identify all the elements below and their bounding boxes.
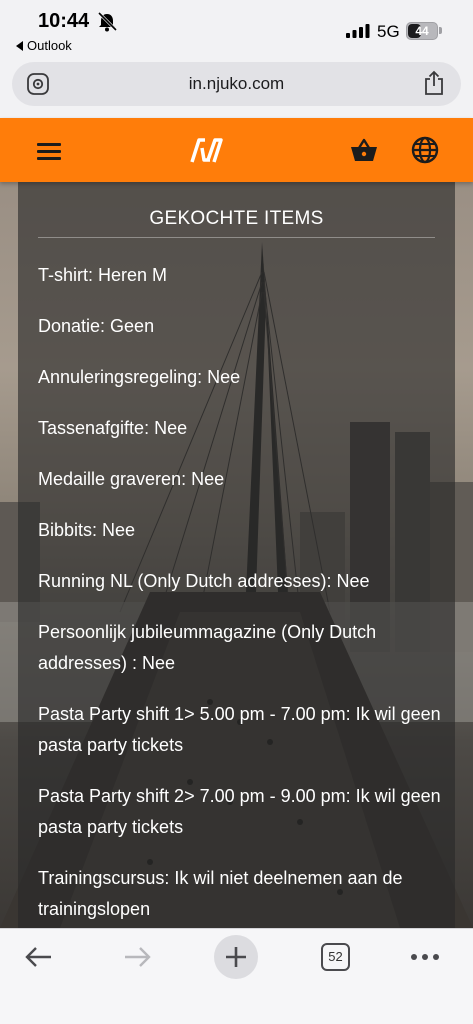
list-item: Trainingscursus: Ik wil niet deelnemen a… [38, 868, 403, 919]
list-item: Donatie: Geen [38, 316, 155, 336]
list-item: Pasta Party shift 2> 7.00 pm - 9.00 pm: … [38, 786, 441, 837]
battery-level: 44 [415, 24, 429, 38]
battery-tip [439, 27, 442, 34]
purchased-items-panel: GEKOCHTE ITEMS T-shirt: Heren M Donatie:… [18, 182, 455, 928]
back-to-app-button[interactable]: Outlook [16, 38, 72, 53]
list-item: Annuleringsregeling: Nee [38, 367, 241, 387]
plus-icon [226, 947, 246, 967]
new-tab-button[interactable] [214, 935, 258, 979]
basket-icon[interactable] [350, 138, 378, 162]
panel-title: GEKOCHTE ITEMS [38, 208, 435, 238]
list-item: T-shirt: Heren M [38, 265, 168, 285]
status-time: 10:44 [38, 10, 90, 32]
list-item: Tassenafgifte: Nee [38, 418, 188, 438]
share-icon[interactable] [423, 70, 445, 96]
back-triangle-icon [16, 40, 23, 51]
browser-address-area: in.njuko.com [0, 60, 473, 118]
globe-icon[interactable] [411, 136, 439, 164]
browser-screen: 10:44 Outlook 5G 44 in.njuko.com GEKOCHT… [0, 0, 473, 1024]
list-item: Bibbits: Nee [38, 520, 136, 540]
purchased-items-list: T-shirt: Heren M Donatie: Geen Annulerin… [38, 260, 441, 945]
cellular-signal-icon [346, 24, 370, 38]
more-options-icon[interactable] [410, 953, 440, 961]
browser-toolbar: 52 [0, 928, 473, 1024]
network-type: 5G [377, 22, 400, 41]
list-item: Pasta Party shift 1> 5.00 pm - 7.00 pm: … [38, 704, 441, 755]
site-header [0, 118, 473, 182]
list-item: Running NL (Only Dutch addresses): Nee [38, 571, 370, 591]
bell-slash-icon [97, 12, 118, 32]
back-arrow-icon[interactable] [24, 945, 54, 969]
njuko-logo-icon[interactable] [190, 136, 224, 164]
address-bar[interactable]: in.njuko.com [12, 62, 461, 106]
list-item: Persoonlijk jubileummagazine (Only Dutch… [38, 622, 377, 673]
url-text[interactable]: in.njuko.com [12, 74, 461, 94]
back-app-label: Outlook [27, 38, 72, 53]
status-bar: 10:44 Outlook 5G 44 [0, 0, 473, 60]
forward-arrow-icon[interactable] [122, 945, 152, 969]
hamburger-menu-icon[interactable] [37, 143, 61, 161]
battery-icon: 44 [406, 22, 438, 40]
list-item: Medaille graveren: Nee [38, 469, 225, 489]
tab-count-button[interactable]: 52 [321, 943, 350, 971]
